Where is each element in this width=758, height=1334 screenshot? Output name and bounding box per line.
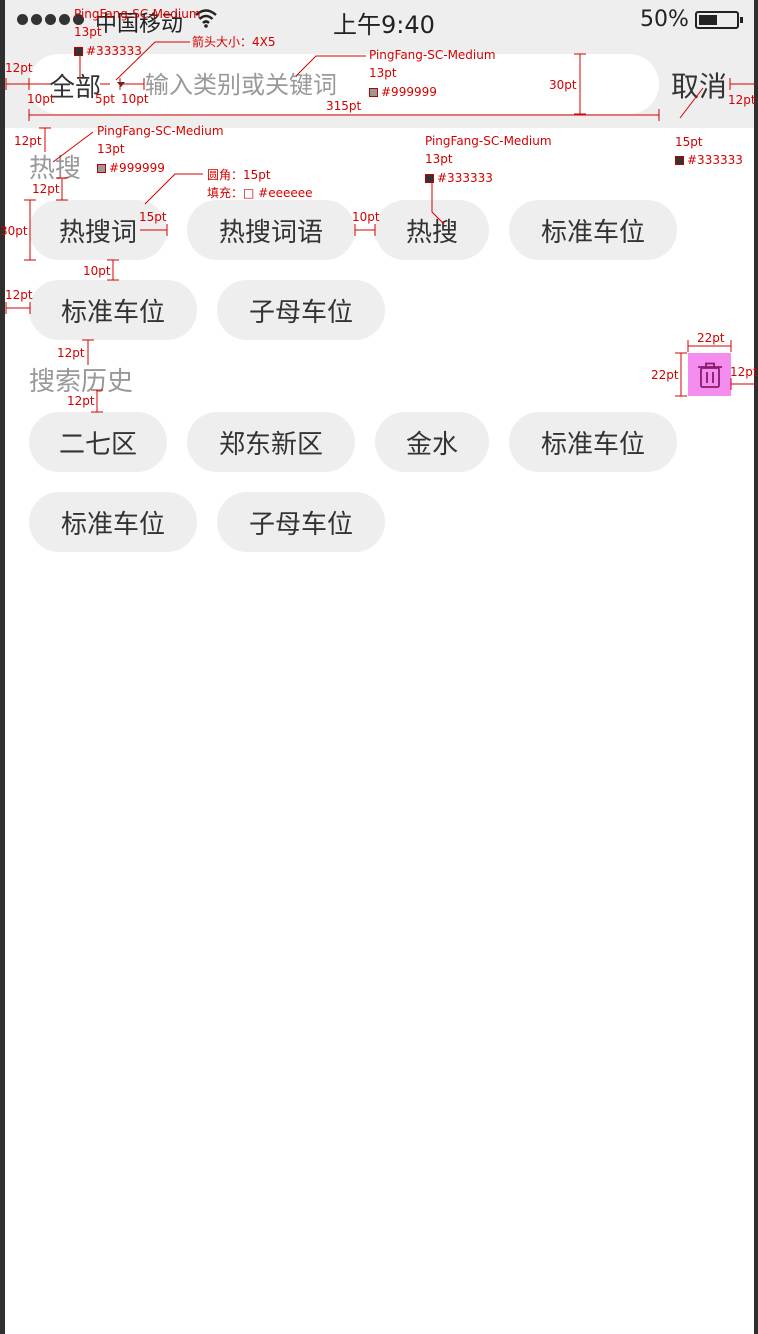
annotation-width: 315pt [326,99,362,113]
annotation-font: PingFang-SC-Medium [74,7,201,21]
annotation-margin: 12pt [730,365,758,379]
annotation-font: PingFang-SC-Medium [425,134,552,148]
annotation-margin: 15pt [139,210,167,224]
annotation-size: 13pt [74,25,102,39]
annotation-height: 30pt [549,78,577,92]
annotation-size: 13pt [425,152,453,166]
scope-selector[interactable]: 全部 [49,67,101,104]
hot-search-chip[interactable]: 热搜词语 [187,200,355,260]
history-title: 搜索历史 [29,367,134,397]
clear-history-button[interactable] [688,353,731,396]
trash-icon [697,362,722,388]
annotation-color: #999999 [97,161,165,176]
annotation-fill: 填充：□ #eeeeee [207,186,313,200]
battery-fill [699,15,717,25]
hot-search-chip[interactable]: 标准车位 [509,200,677,260]
annotation-size: 22pt [697,331,725,345]
annotation-size: 13pt [369,66,397,80]
history-chip[interactable]: 子母车位 [217,492,385,552]
annotation-radius: 圆角：15pt [207,168,271,182]
history-chip[interactable]: 标准车位 [509,412,677,472]
history-chip[interactable]: 金水 [375,412,489,472]
annotation-color: #999999 [369,85,437,100]
annotation-margin: 12pt [5,61,33,75]
annotation-font: PingFang-SC-Medium [369,48,496,62]
annotation-margin: 12pt [57,346,85,360]
chevron-down-icon[interactable] [117,82,125,87]
annotation-size: 15pt [675,135,703,149]
annotation-margin: 10pt [121,92,149,106]
annotation-margin: 10pt [27,92,55,106]
annotation-margin: 12pt [14,134,42,148]
annotation-height: 30pt [0,224,28,238]
annotation-margin: 5pt [95,92,115,106]
hot-search-chip[interactable]: 标准车位 [29,280,197,340]
annotation-margin: 12pt [728,93,756,107]
annotation-margin: 12pt [5,288,33,302]
annotation-margin: 10pt [352,210,380,224]
hot-search-chip[interactable]: 热搜 [375,200,489,260]
annotation-arrow-size: 箭头大小：4X5 [192,35,276,49]
annotation-color: #333333 [675,153,743,168]
annotation-color: #333333 [425,171,493,186]
annotation-margin: 10pt [83,264,111,278]
battery-icon [695,11,743,29]
history-chip[interactable]: 标准车位 [29,492,197,552]
annotation-size: 22pt [651,368,679,382]
annotation-color: #333333 [74,44,142,59]
hot-search-chip[interactable]: 热搜词 [29,200,167,260]
history-chip[interactable]: 二七区 [29,412,167,472]
history-chip[interactable]: 郑东新区 [187,412,355,472]
cancel-button[interactable]: 取消 [671,65,727,105]
annotation-size: 13pt [97,142,125,156]
annotation-margin: 12pt [32,182,60,196]
annotation-margin: 12pt [67,394,95,408]
annotation-font: PingFang-SC-Medium [97,124,224,138]
hot-search-chip[interactable]: 子母车位 [217,280,385,340]
battery-percent: 50% [640,7,689,32]
screen: 中国移动 上午9:40 50% 全部 取消 热搜 热搜词 热搜词语 热搜 标准车… [5,0,754,1334]
hot-search-title: 热搜 [29,154,82,184]
status-time: 上午9:40 [333,11,435,39]
